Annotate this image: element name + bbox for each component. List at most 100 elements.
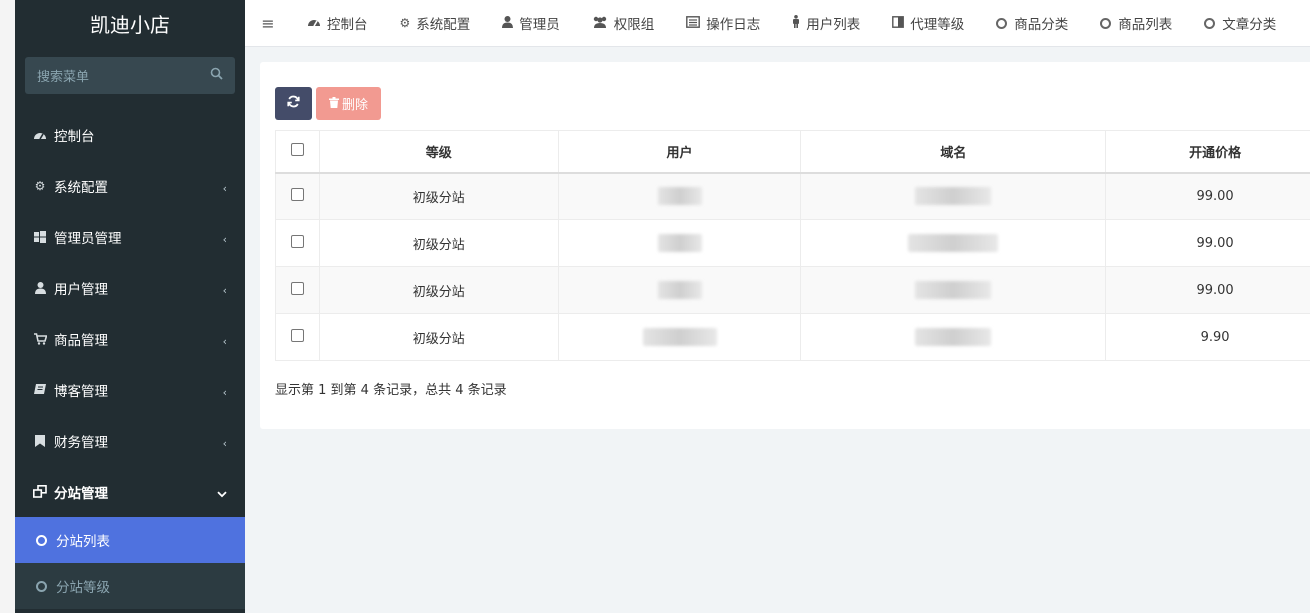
circle-icon [36, 580, 47, 592]
redacted-domain [915, 281, 992, 299]
row-checkbox[interactable] [290, 328, 304, 342]
sidebar-subitem-substation-list[interactable]: 分站列表 [15, 517, 245, 563]
top-navbar: ≡ 控制台 ⚙ 系统配置 管理员 权限组 操作日志 用户列表 代理等级 商品分类… [245, 0, 1310, 47]
row-checkbox[interactable] [290, 281, 304, 295]
search-icon[interactable] [210, 67, 223, 84]
book-icon [32, 383, 48, 397]
app-logo[interactable]: 凯迪小店 [15, 0, 245, 47]
column-header-level[interactable]: 等级 [318, 130, 559, 174]
sidebar-item-finance-manage[interactable]: 财务管理 ‹ [15, 415, 245, 466]
tab-label: 权限组 [613, 17, 655, 33]
tab-label: 商品列表 [1118, 17, 1173, 33]
table-row[interactable]: 初级分站 99.00 [275, 172, 1310, 220]
domain-cell-redacted [800, 266, 1107, 314]
row-checkbox[interactable] [290, 187, 304, 201]
tab-system-config[interactable]: ⚙ 系统配置 [384, 0, 487, 46]
tab-article-category[interactable]: 文章分类 [1188, 0, 1292, 46]
user-icon [32, 281, 48, 295]
sidebar-item-dashboard[interactable]: 控制台 [15, 109, 245, 160]
price-cell: 99.00 [1105, 172, 1310, 220]
sidebar-item-admin-manage[interactable]: 管理员管理 ‹ [15, 211, 245, 262]
chevron-left-icon: ‹ [222, 436, 227, 450]
left-edge-strip [0, 0, 15, 613]
tab-auth-group[interactable]: 权限组 [576, 0, 671, 46]
table-row[interactable]: 初级分站 9.90 [275, 313, 1310, 361]
content-panel: 删除 等级 用户 域名 开通价格 初级分站 99.00 初级分站 99.00 初… [260, 62, 1310, 429]
table-header-row: 等级 用户 域名 开通价格 [275, 130, 1310, 174]
user-icon [502, 15, 514, 31]
domain-cell-redacted [800, 219, 1107, 267]
sidebar-item-goods-manage[interactable]: 商品管理 ‹ [15, 313, 245, 364]
refresh-button[interactable] [275, 87, 312, 120]
column-header-price[interactable]: 开通价格 [1105, 130, 1310, 174]
substation-submenu: 分站列表 分站等级 [15, 517, 245, 609]
price-cell: 99.00 [1105, 219, 1310, 267]
tab-goods-list[interactable]: 商品列表 [1084, 0, 1188, 46]
tab-label: 代理等级 [910, 17, 965, 33]
trash-icon [329, 96, 339, 111]
circle-icon [1204, 17, 1216, 29]
sidebar-subitem-substation-level[interactable]: 分站等级 [15, 563, 245, 609]
sidebar-item-label: 用户管理 [54, 281, 108, 298]
tab-admin[interactable]: 管理员 [486, 0, 576, 46]
chevron-down-icon [217, 488, 227, 501]
row-checkbox[interactable] [290, 234, 304, 248]
circle-icon [1100, 17, 1112, 29]
tab-user-list[interactable]: 用户列表 [776, 0, 876, 46]
clone-icon [32, 485, 48, 499]
tab-label: 文章分类 [1222, 17, 1277, 33]
redacted-user [642, 328, 717, 346]
tab-operation-log[interactable]: 操作日志 [670, 0, 776, 46]
tab-label: 操作日志 [706, 17, 761, 33]
list-icon [686, 15, 701, 31]
chevron-left-icon: ‹ [222, 334, 227, 348]
table-row[interactable]: 初级分站 99.00 [275, 266, 1310, 314]
redacted-user [657, 234, 702, 252]
row-select-cell [275, 219, 320, 267]
tab-agent-level[interactable]: 代理等级 [876, 0, 980, 46]
level-cell: 初级分站 [318, 219, 559, 267]
dashboard-icon [307, 16, 321, 31]
sidebar-item-label: 博客管理 [54, 383, 108, 400]
sidebar: 凯迪小店 搜索菜单 控制台 ⚙ 系统配置 ‹ 管理员管理 ‹ 用户管理 ‹ 商品… [15, 0, 245, 613]
sidebar-subitem-label: 分站列表 [56, 534, 110, 550]
sidebar-item-blog-manage[interactable]: 博客管理 ‹ [15, 364, 245, 415]
level-cell: 初级分站 [318, 313, 559, 361]
group-icon [592, 16, 608, 31]
columns-icon [892, 15, 905, 31]
redacted-user [657, 281, 702, 299]
sidebar-toggle-icon[interactable]: ≡ [245, 14, 291, 33]
select-all-cell [275, 130, 320, 174]
user-cell-redacted [557, 219, 802, 267]
sidebar-item-substation-manage[interactable]: 分站管理 [15, 466, 245, 517]
table-toolbar: 删除 [275, 87, 382, 120]
sidebar-item-label: 商品管理 [54, 332, 108, 349]
cart-icon [32, 332, 48, 346]
substation-table: 等级 用户 域名 开通价格 初级分站 99.00 初级分站 99.00 初级分站… [275, 130, 1310, 361]
sidebar-item-label: 分站管理 [54, 485, 108, 502]
delete-button[interactable]: 删除 [316, 87, 382, 120]
delete-button-label: 删除 [342, 98, 369, 113]
refresh-icon [287, 95, 300, 112]
circle-icon [996, 17, 1008, 29]
chevron-left-icon: ‹ [222, 181, 227, 195]
sidebar-item-label: 系统配置 [54, 179, 108, 196]
chevron-left-icon: ‹ [222, 232, 227, 246]
redacted-domain [915, 187, 992, 206]
row-select-cell [275, 266, 320, 314]
column-header-user[interactable]: 用户 [557, 130, 802, 174]
table-row[interactable]: 初级分站 99.00 [275, 219, 1310, 267]
column-header-domain[interactable]: 域名 [800, 130, 1107, 174]
user-cell-redacted [557, 172, 802, 220]
tab-goods-category[interactable]: 商品分类 [980, 0, 1084, 46]
sidebar-item-system-config[interactable]: ⚙ 系统配置 ‹ [15, 160, 245, 211]
tab-dashboard[interactable]: 控制台 [291, 0, 384, 46]
price-cell: 9.90 [1105, 313, 1310, 361]
select-all-checkbox[interactable] [290, 142, 304, 156]
sidebar-item-label: 财务管理 [54, 434, 108, 451]
sidebar-item-user-manage[interactable]: 用户管理 ‹ [15, 262, 245, 313]
chevron-left-icon: ‹ [222, 283, 227, 297]
sidebar-search-input[interactable]: 搜索菜单 [25, 57, 235, 94]
user-cell-redacted [557, 313, 802, 361]
sidebar-subitem-label: 分站等级 [56, 580, 110, 596]
